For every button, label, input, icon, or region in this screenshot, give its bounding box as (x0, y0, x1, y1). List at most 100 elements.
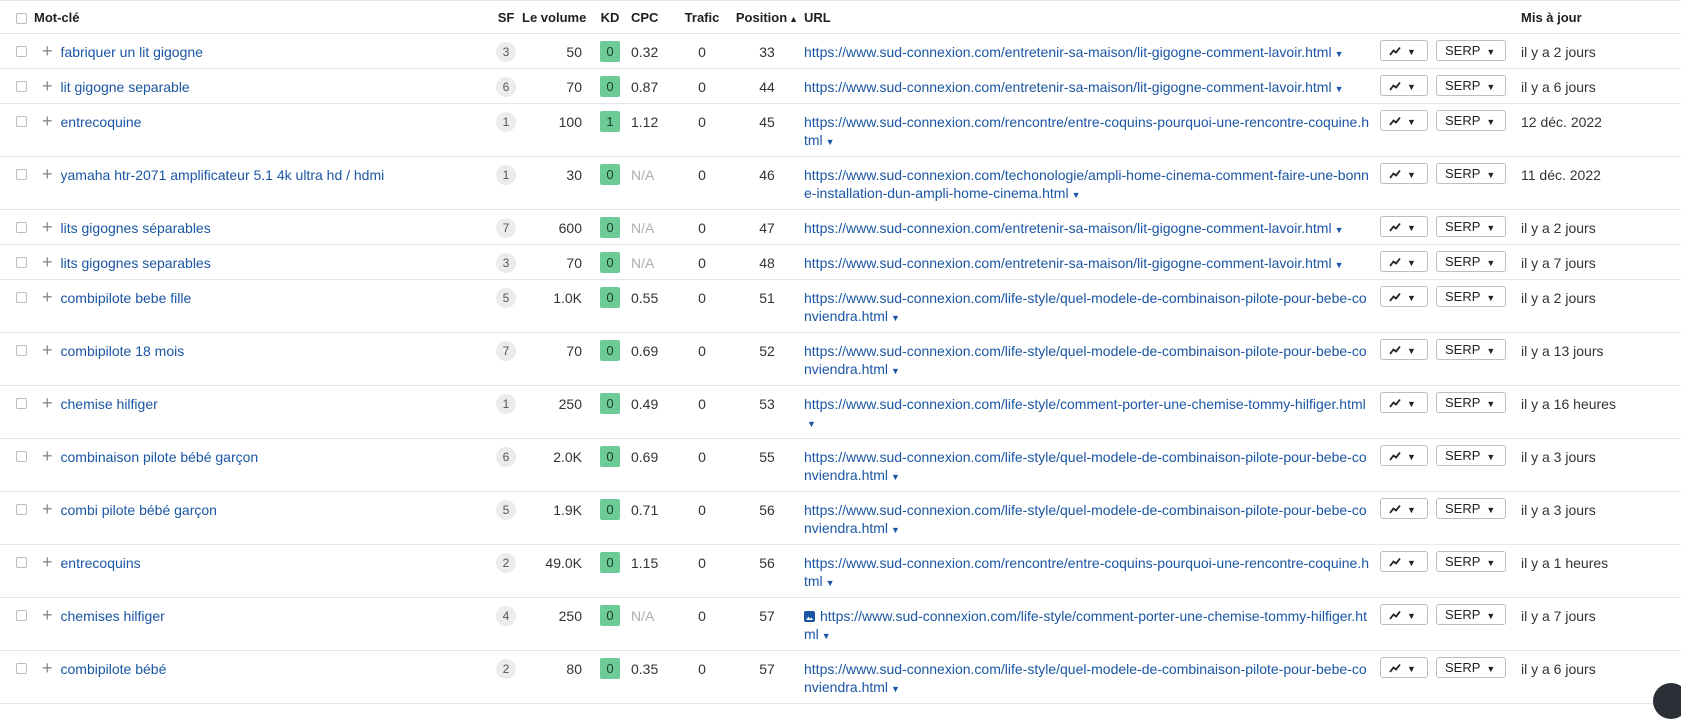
serp-dropdown-button[interactable]: SERP ▼ (1436, 216, 1506, 237)
serp-dropdown-button[interactable]: SERP ▼ (1436, 75, 1506, 96)
row-checkbox[interactable] (16, 663, 27, 674)
chart-dropdown-button[interactable]: ▼ (1380, 286, 1428, 307)
chart-dropdown-button[interactable]: ▼ (1380, 551, 1428, 572)
serp-features-badge[interactable]: 5 (496, 500, 516, 520)
add-keyword-icon[interactable]: + (42, 77, 53, 95)
url-link[interactable]: https://www.sud-connexion.com/life-style… (804, 449, 1367, 483)
serp-dropdown-button[interactable]: SERP ▼ (1436, 110, 1506, 131)
url-link[interactable]: https://www.sud-connexion.com/rencontre/… (804, 114, 1369, 148)
chart-dropdown-button[interactable]: ▼ (1380, 110, 1428, 131)
serp-dropdown-button[interactable]: SERP ▼ (1436, 339, 1506, 360)
add-keyword-icon[interactable]: + (42, 165, 53, 183)
url-link[interactable]: https://www.sud-connexion.com/entretenir… (804, 44, 1332, 60)
row-checkbox[interactable] (16, 504, 27, 515)
serp-features-badge[interactable]: 3 (496, 42, 516, 62)
keyword-link[interactable]: chemise hilfiger (61, 386, 158, 413)
col-header-cpc[interactable]: CPC (624, 0, 674, 34)
url-link[interactable]: https://www.sud-connexion.com/life-style… (804, 502, 1367, 536)
serp-features-badge[interactable]: 1 (496, 394, 516, 414)
url-dropdown-icon[interactable]: ▼ (891, 313, 900, 323)
chart-dropdown-button[interactable]: ▼ (1380, 40, 1428, 61)
url-dropdown-icon[interactable]: ▼ (826, 578, 835, 588)
serp-dropdown-button[interactable]: SERP ▼ (1436, 286, 1506, 307)
url-dropdown-icon[interactable]: ▼ (1335, 49, 1344, 59)
serp-dropdown-button[interactable]: SERP ▼ (1436, 163, 1506, 184)
add-keyword-icon[interactable]: + (42, 42, 53, 60)
serp-features-badge[interactable]: 7 (496, 341, 516, 361)
keyword-link[interactable]: chemises hilfiger (61, 598, 165, 625)
chart-dropdown-button[interactable]: ▼ (1380, 445, 1428, 466)
serp-dropdown-button[interactable]: SERP ▼ (1436, 604, 1506, 625)
row-checkbox[interactable] (16, 345, 27, 356)
keyword-link[interactable]: combipilote 18 mois (61, 333, 185, 360)
add-keyword-icon[interactable]: + (42, 341, 53, 359)
keyword-link[interactable]: entrecoquins (61, 545, 141, 572)
url-link[interactable]: https://www.sud-connexion.com/entretenir… (804, 255, 1332, 271)
url-dropdown-icon[interactable]: ▼ (826, 137, 835, 147)
keyword-link[interactable]: lits gigognes separables (61, 245, 211, 272)
url-dropdown-icon[interactable]: ▼ (891, 472, 900, 482)
row-checkbox[interactable] (16, 398, 27, 409)
url-link[interactable]: https://www.sud-connexion.com/entretenir… (804, 220, 1332, 236)
url-dropdown-icon[interactable]: ▼ (891, 684, 900, 694)
row-checkbox[interactable] (16, 46, 27, 57)
select-all-checkbox[interactable] (16, 12, 27, 24)
col-header-volume[interactable]: Le volume (522, 0, 596, 34)
add-keyword-icon[interactable]: + (42, 500, 53, 518)
add-keyword-icon[interactable]: + (42, 288, 53, 306)
keyword-link[interactable]: lit gigogne separable (61, 69, 190, 96)
help-chat-icon[interactable] (1653, 683, 1681, 719)
keyword-link[interactable]: fabriquer un lit gigogne (61, 34, 203, 61)
serp-features-badge[interactable]: 1 (496, 165, 516, 185)
serp-dropdown-button[interactable]: SERP ▼ (1436, 657, 1506, 678)
keyword-link[interactable]: entrecoquine (61, 104, 142, 131)
chart-dropdown-button[interactable]: ▼ (1380, 498, 1428, 519)
add-keyword-icon[interactable]: + (42, 394, 53, 412)
url-dropdown-icon[interactable]: ▼ (1072, 190, 1081, 200)
url-dropdown-icon[interactable]: ▼ (891, 525, 900, 535)
url-link[interactable]: https://www.sud-connexion.com/life-style… (804, 396, 1366, 412)
chart-dropdown-button[interactable]: ▼ (1380, 657, 1428, 678)
add-keyword-icon[interactable]: + (42, 447, 53, 465)
url-link[interactable]: https://www.sud-connexion.com/life-style… (804, 290, 1367, 324)
serp-features-badge[interactable]: 1 (496, 112, 516, 132)
serp-features-badge[interactable]: 2 (496, 553, 516, 573)
row-checkbox[interactable] (16, 610, 27, 621)
url-dropdown-icon[interactable]: ▼ (1335, 225, 1344, 235)
row-checkbox[interactable] (16, 81, 27, 92)
url-link[interactable]: https://www.sud-connexion.com/life-style… (804, 343, 1367, 377)
chart-dropdown-button[interactable]: ▼ (1380, 75, 1428, 96)
serp-dropdown-button[interactable]: SERP ▼ (1436, 498, 1506, 519)
serp-features-badge[interactable]: 3 (496, 253, 516, 273)
add-keyword-icon[interactable]: + (42, 218, 53, 236)
add-keyword-icon[interactable]: + (42, 659, 53, 677)
row-checkbox[interactable] (16, 169, 27, 180)
row-checkbox[interactable] (16, 292, 27, 303)
url-dropdown-icon[interactable]: ▼ (822, 631, 831, 641)
serp-dropdown-button[interactable]: SERP ▼ (1436, 551, 1506, 572)
keyword-link[interactable]: yamaha htr-2071 amplificateur 5.1 4k ult… (61, 157, 385, 184)
col-header-updated[interactable]: Mis à jour (1521, 0, 1681, 34)
col-header-url[interactable]: URL (804, 0, 1380, 34)
col-header-kd[interactable]: KD (596, 0, 624, 34)
serp-features-badge[interactable]: 5 (496, 288, 516, 308)
chart-dropdown-button[interactable]: ▼ (1380, 604, 1428, 625)
serp-features-badge[interactable]: 2 (496, 659, 516, 679)
serp-dropdown-button[interactable]: SERP ▼ (1436, 251, 1506, 272)
add-keyword-icon[interactable]: + (42, 112, 53, 130)
url-dropdown-icon[interactable]: ▼ (807, 419, 816, 429)
url-link[interactable]: https://www.sud-connexion.com/entretenir… (804, 79, 1332, 95)
keyword-link[interactable]: lits gigognes séparables (61, 210, 211, 237)
col-header-position[interactable]: Position ▲ (730, 0, 804, 34)
serp-features-badge[interactable]: 6 (496, 447, 516, 467)
row-checkbox[interactable] (16, 451, 27, 462)
chart-dropdown-button[interactable]: ▼ (1380, 216, 1428, 237)
add-keyword-icon[interactable]: + (42, 606, 53, 624)
url-link[interactable]: https://www.sud-connexion.com/life-style… (804, 661, 1367, 695)
col-header-keyword[interactable]: Mot-clé (34, 0, 490, 34)
chart-dropdown-button[interactable]: ▼ (1380, 251, 1428, 272)
row-checkbox[interactable] (16, 257, 27, 268)
keyword-link[interactable]: combinaison pilote bébé garçon (61, 439, 259, 466)
keyword-link[interactable]: combipilote bébé (61, 651, 167, 678)
row-checkbox[interactable] (16, 116, 27, 127)
